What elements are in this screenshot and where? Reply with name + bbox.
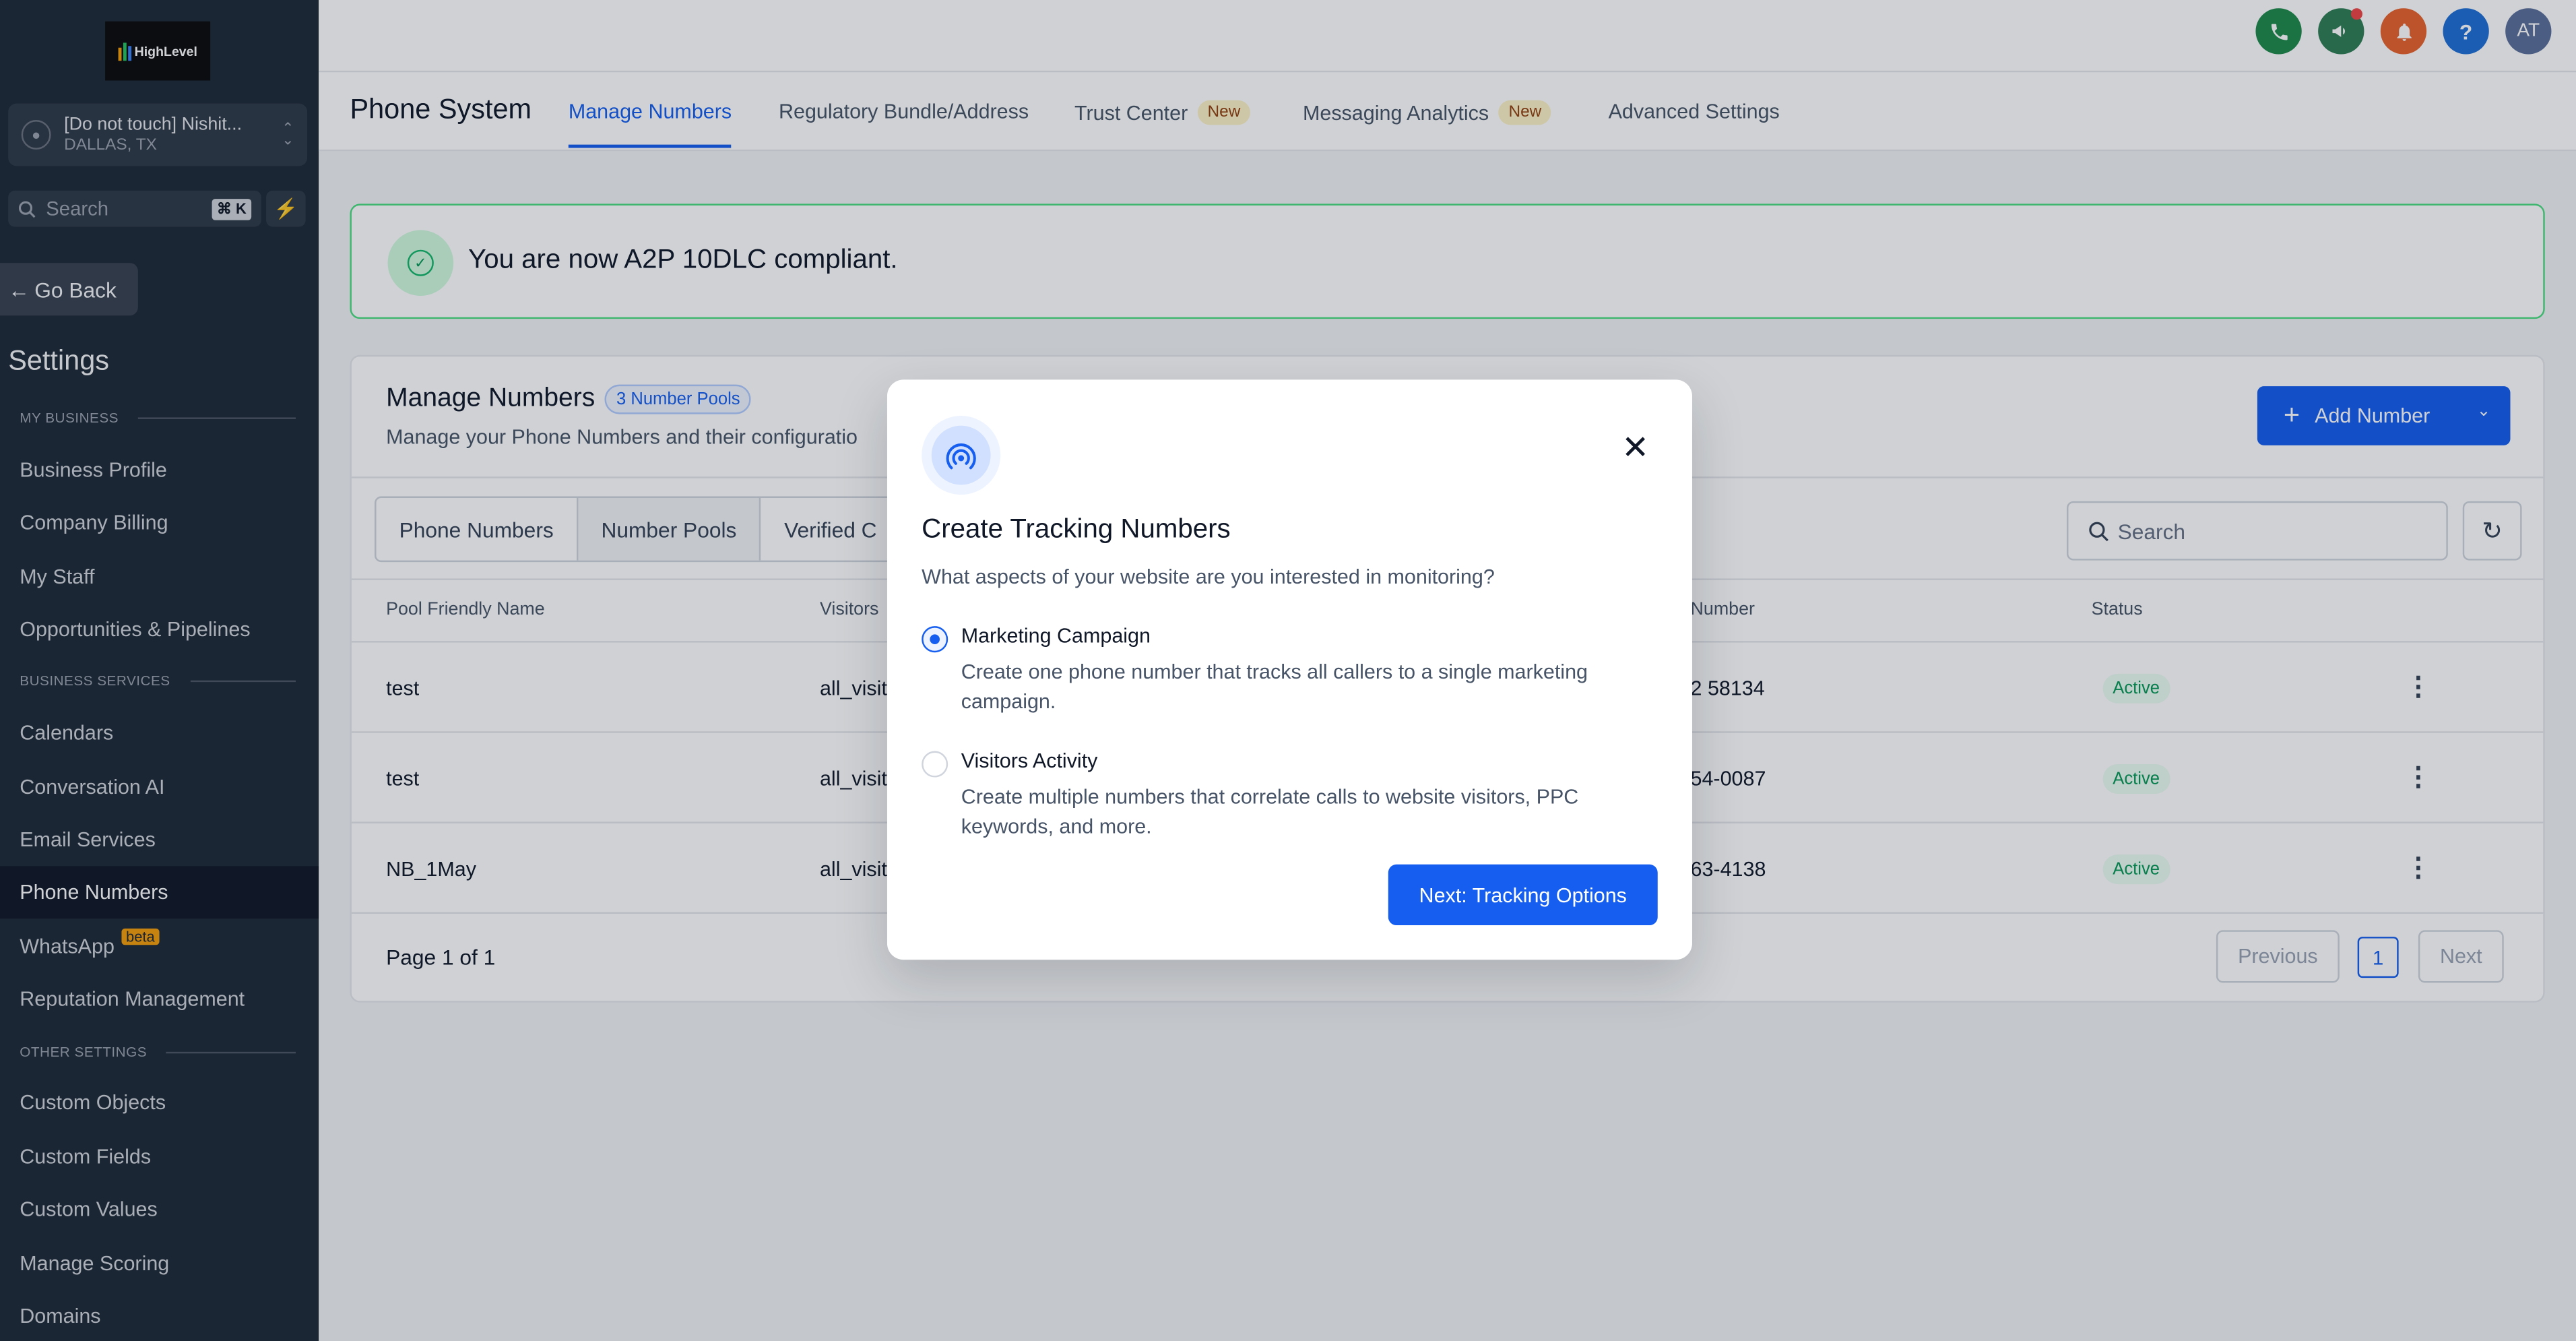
marketing-campaign-radio[interactable] [922, 626, 948, 653]
visitors-activity-radio[interactable] [922, 751, 948, 778]
close-icon[interactable]: ✕ [1621, 427, 1649, 468]
visitors-activity-description: Create multiple numbers that correlate c… [961, 785, 1579, 838]
signal-glyph-icon [946, 443, 976, 470]
next-tracking-options-button[interactable]: Next: Tracking Options [1388, 864, 1658, 926]
marketing-campaign-title[interactable]: Marketing Campaign [961, 625, 1151, 648]
modal-title: Create Tracking Numbers [922, 514, 1231, 544]
modal-question: What aspects of your website are you int… [922, 565, 1495, 589]
marketing-campaign-description: Create one phone number that tracks all … [961, 660, 1588, 714]
tracking-signal-icon [922, 416, 1001, 495]
visitors-activity-title[interactable]: Visitors Activity [961, 749, 1098, 772]
create-tracking-numbers-modal: ✕ Create Tracking Numbers What aspects o… [887, 379, 1692, 960]
